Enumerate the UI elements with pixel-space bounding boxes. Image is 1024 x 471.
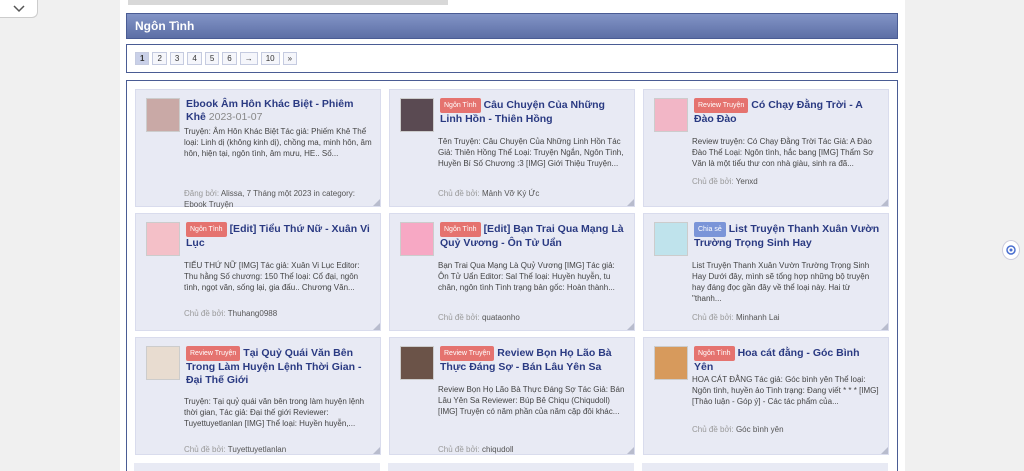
thread-author: Chủ đề bởi: Thuhang0988 [184, 308, 372, 319]
forum-title: Ngôn Tình [126, 13, 898, 39]
author-name[interactable]: Góc bình yên [736, 425, 784, 434]
page-link[interactable]: 3 [169, 52, 185, 65]
author-label: Chủ đề bởi: [438, 189, 480, 198]
author-label: Chủ đề bởi: [438, 445, 480, 454]
thread-thumbnail[interactable] [400, 222, 434, 256]
card-corner [373, 199, 380, 206]
thread-excerpt: Bạn Trai Qua Mạng Là Quỷ Vương [IMG] Tác… [438, 261, 615, 292]
collapse-tab[interactable] [0, 0, 38, 18]
thread-author: Chủ đề bởi: Yenxd [692, 176, 880, 187]
author-label: Chủ đề bởi: [692, 313, 734, 322]
prefix-badge[interactable]: Ngôn Tình [694, 346, 735, 361]
prefix-badge[interactable]: Review Truyện [186, 346, 241, 361]
prefix-badge[interactable]: Ngôn Tình [440, 98, 481, 113]
thread-excerpt: List Truyện Thanh Xuân Vườn Trường Trọng… [692, 261, 870, 303]
author-label: Đăng bởi: [184, 189, 220, 198]
thread-grid: Ebook Âm Hôn Khác Biệt - Phiêm Khê 2023-… [126, 80, 898, 471]
thread-excerpt: Review truyện: Có Chạy Đằng Trời Tác Giả… [692, 137, 874, 168]
thread-card[interactable]: Ebook Âm Hôn Khác Biệt - Phiêm Khê 2023-… [135, 89, 381, 210]
page-link[interactable]: 5 [204, 52, 220, 65]
thread-title[interactable]: Review Truyện Có Chạy Đằng Trời - A Đào Đ… [694, 98, 880, 126]
page-link[interactable]: → [239, 52, 258, 65]
thread-excerpt: Review Bọn Họ Lão Bà Thực Đáng Sợ Tác Gi… [438, 385, 625, 416]
thread-excerpt: Tên Truyện: Câu Chuyện Của Những Linh Hồ… [438, 137, 624, 168]
thread-card[interactable]: Review Truyện Review Bọn Họ Lão Bà Thực Đ… [389, 337, 635, 455]
thread-excerpt: TIỂU THỨ NỮ [IMG] Tác giả: Xuân Vi Lục E… [184, 261, 360, 292]
thread-author: Chủ đề bởi: Tuyettuyetlanlan [184, 444, 372, 455]
pagination: 1 2 3 4 5 6 → 10» [126, 44, 898, 73]
prefix-badge[interactable]: Ngôn Tình [186, 222, 227, 237]
thread-author: Chủ đề bởi: Góc bình yên [692, 424, 880, 435]
thread-title[interactable]: Ebook Âm Hôn Khác Biệt - Phiêm Khê 2023-… [186, 98, 372, 124]
thread-title[interactable]: Chia sẻ List Truyện Thanh Xuân Vườn Trườn… [694, 222, 880, 250]
thread-thumbnail[interactable] [400, 346, 434, 380]
thread-thumbnail[interactable] [146, 98, 180, 132]
thread-card[interactable]: Ngôn Tình [Edit] Bạn Trai Qua Mạng Là Quỷ… [389, 213, 635, 331]
card-corner [627, 323, 634, 330]
author-name[interactable]: Thuhang0988 [228, 309, 277, 318]
chevron-down-icon [12, 4, 25, 12]
author-label: Chủ đề bởi: [184, 445, 226, 454]
author-name[interactable]: Mảnh Vỡ Ký Ức [482, 189, 539, 198]
author-name[interactable]: Tuyettuyetlanlan [228, 445, 286, 454]
prefix-badge[interactable]: Review Truyện [694, 98, 749, 113]
page-link[interactable]: 2 [152, 52, 167, 65]
author-label: Chủ đề bởi: [438, 313, 480, 322]
thread-excerpt: HOA CÁT ĐẰNG Tác giả: Góc bình yên Thể l… [692, 375, 879, 406]
thread-author: Chủ đề bởi: chiqudoll [438, 444, 626, 455]
thread-author: Đăng bởi: Alissa, 7 Tháng một 2023 in ca… [184, 188, 372, 210]
thread-card[interactable]: Review Truyện Tại Quỷ Quái Văn Bên Trong … [135, 337, 381, 455]
prefix-badge[interactable]: Ngôn Tình [440, 222, 481, 237]
page-link[interactable]: » [282, 52, 298, 65]
thread-title[interactable]: Ngôn Tình Câu Chuyện Của Những Linh Hồn -… [440, 98, 626, 126]
thread-thumbnail[interactable] [654, 98, 688, 132]
thread-card[interactable]: Ngôn Tình Hoa cát đằng - Góc Bình Yên HOA … [643, 337, 889, 455]
thread-title[interactable]: Ngôn Tình Hoa cát đằng - Góc Bình Yên [694, 346, 880, 374]
thread-title[interactable]: Review Truyện Tại Quỷ Quái Văn Bên Trong … [186, 346, 372, 387]
forum-page: Ngôn Tình 1 2 3 4 5 6 → 10» Ebook Âm Hôn Khác B… [120, 0, 905, 471]
author-label: Chủ đề bởi: [692, 425, 734, 434]
thread-thumbnail[interactable] [654, 222, 688, 256]
thread-thumbnail[interactable] [146, 222, 180, 256]
side-widget-icon[interactable] [1002, 240, 1020, 260]
card-corner [627, 447, 634, 454]
thread-title[interactable]: Review Truyện Review Bọn Họ Lão Bà Thực Đ… [440, 346, 626, 374]
thread-card[interactable]: Chia sẻ List Truyện Thanh Xuân Vườn Trườn… [643, 213, 889, 331]
thread-thumbnail[interactable] [654, 346, 688, 380]
thread-author: Chủ đề bởi: quataonho [438, 312, 626, 323]
thread-title[interactable]: Ngôn Tình [Edit] Bạn Trai Qua Mạng Là Quỷ… [440, 222, 626, 250]
page-link[interactable]: 1 [135, 52, 150, 65]
thread-date: 2023-01-07 [208, 111, 263, 123]
thread-title[interactable]: Ngôn Tình [Edit] Tiểu Thứ Nữ - Xuân Vi Lụ… [186, 222, 372, 250]
thread-thumbnail[interactable] [146, 346, 180, 380]
card-corner [881, 323, 888, 330]
thread-card[interactable]: Ngôn Tình Câu Chuyện Của Những Linh Hồn -… [389, 89, 635, 207]
prefix-badge[interactable]: Chia sẻ [694, 222, 726, 237]
card-corner [881, 447, 888, 454]
author-name[interactable]: quataonho [482, 313, 520, 322]
author-name[interactable]: Minhanh Lai [736, 313, 780, 322]
author-name[interactable]: Yenxd [736, 177, 758, 186]
thread-author: Chủ đề bởi: Mảnh Vỡ Ký Ức [438, 188, 626, 199]
card-corner [881, 199, 888, 206]
page-link[interactable]: 10 [260, 52, 280, 65]
card-corner [373, 323, 380, 330]
thread-author: Chủ đề bởi: Minhanh Lai [692, 312, 880, 323]
page-link[interactable]: 4 [187, 52, 202, 65]
card-corner [373, 447, 380, 454]
thread-thumbnail[interactable] [400, 98, 434, 132]
author-label: Chủ đề bởi: [184, 309, 226, 318]
thread-excerpt: Truyện: Tại quỷ quái văn bên trong làm h… [184, 397, 365, 428]
thread-excerpt: Truyện: Âm Hôn Khác Biệt Tác giả: Phiếm … [184, 127, 372, 158]
page-link[interactable]: 6 [222, 52, 237, 65]
next-row-partial [134, 463, 890, 471]
thread-card[interactable]: Ngôn Tình [Edit] Tiểu Thứ Nữ - Xuân Vi Lụ… [135, 213, 381, 331]
author-name[interactable]: chiqudoll [482, 445, 514, 454]
card-corner [627, 199, 634, 206]
top-image-strip [128, 0, 448, 5]
thread-card[interactable]: Review Truyện Có Chạy Đằng Trời - A Đào Đ… [643, 89, 889, 207]
author-label: Chủ đề bởi: [692, 177, 734, 186]
prefix-badge[interactable]: Review Truyện [440, 346, 495, 361]
